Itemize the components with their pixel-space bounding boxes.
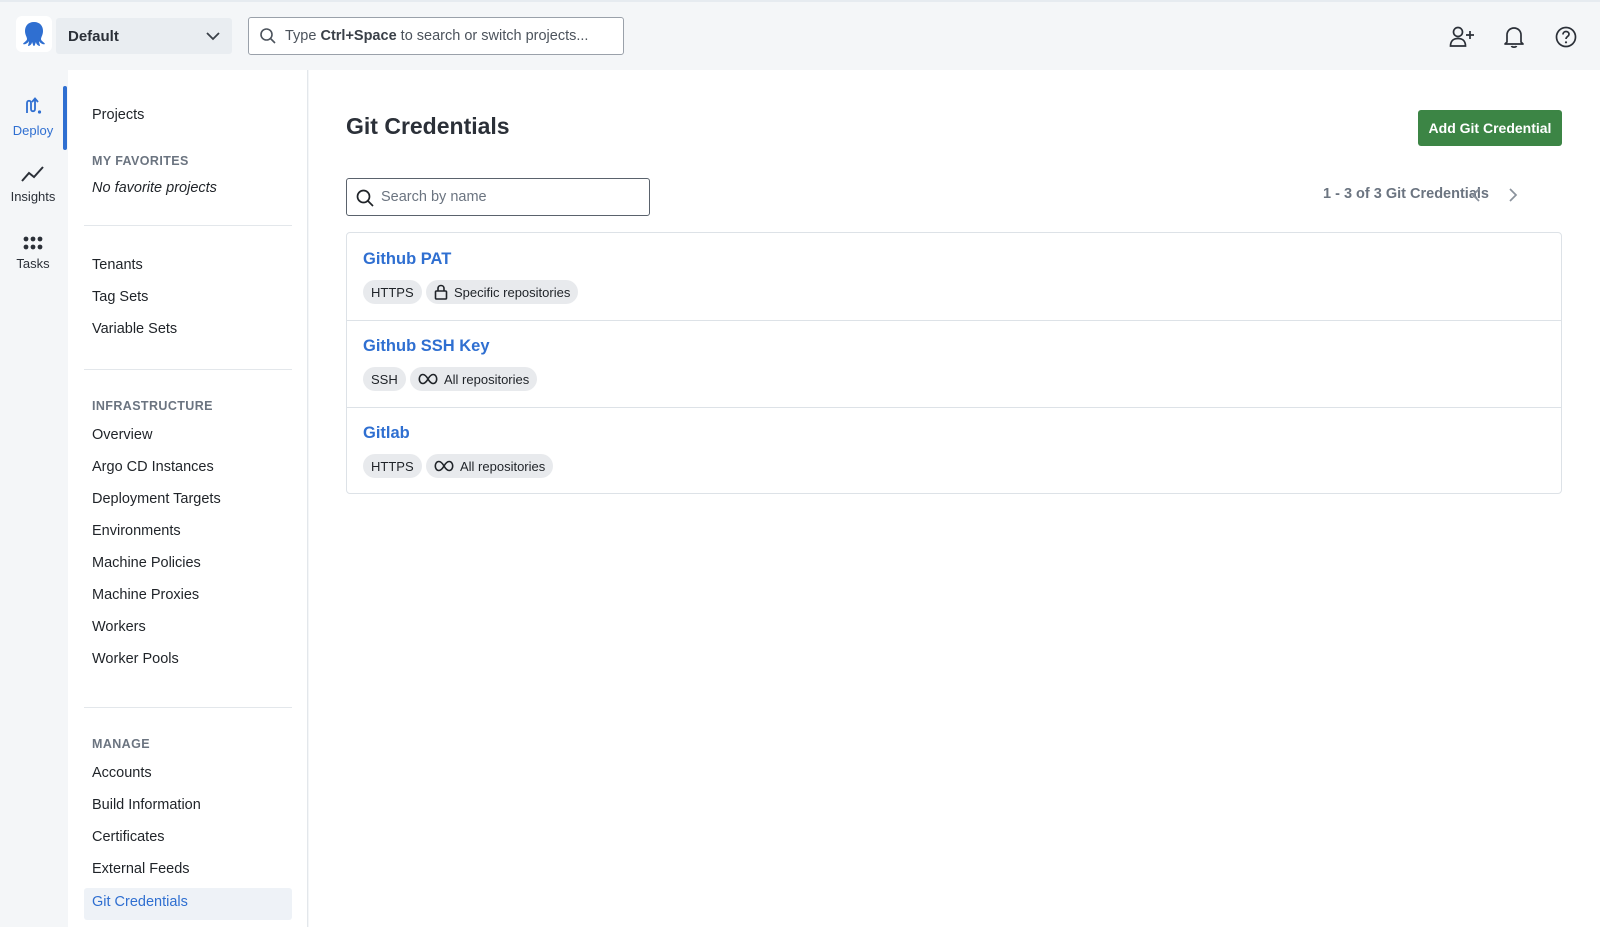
search-by-name-input[interactable] [381,179,641,215]
octopus-logo[interactable] [16,16,52,52]
search-hint-suffix: to search or switch projects... [396,28,589,44]
nav-heading-favorites: MY FAVORITES [92,154,189,168]
rail-item-tasks[interactable]: Tasks [0,223,66,283]
scope-badge: Specific repositories [426,280,579,304]
protocol-badge: HTTPS [363,454,422,478]
help-circle-icon [1555,26,1577,48]
nav-machine-policies[interactable]: Machine Policies [92,555,201,571]
bell-icon [1504,27,1524,48]
global-search-input[interactable]: Type Ctrl+Space to search or switch proj… [248,17,624,55]
search-hint-prefix: Type [285,28,321,44]
nav-build-information[interactable]: Build Information [92,797,201,813]
nav-tag-sets[interactable]: Tag Sets [92,289,148,305]
scope-label: All repositories [460,458,546,474]
nav-accounts[interactable]: Accounts [92,765,152,781]
lock-icon [434,284,448,300]
protocol-badge: HTTPS [363,280,422,304]
nav-workers[interactable]: Workers [92,619,146,635]
credential-row[interactable]: Github SSH Key SSH All repositories [347,320,1561,408]
next-page-button[interactable] [1503,184,1523,206]
protocol-label: SSH [371,371,398,387]
nav-heading-infrastructure: INFRASTRUCTURE [92,399,213,413]
nav-certificates[interactable]: Certificates [92,829,165,845]
deploy-icon [26,96,42,114]
scope-badge: All repositories [426,454,554,478]
grid-dots-icon [23,236,43,249]
rail-label-insights: Insights [10,188,56,204]
nav-tenants[interactable]: Tenants [92,257,143,273]
space-name: Default [68,27,119,45]
nav-git-credentials[interactable]: Git Credentials [92,894,188,910]
pagination-summary: 1 - 3 of 3 Git Credentials [1323,186,1489,202]
nav-heading-manage: MANAGE [92,737,150,751]
rail-active-indicator [63,86,67,150]
search-icon [356,189,374,207]
nav-worker-pools[interactable]: Worker Pools [92,651,179,667]
credential-name[interactable]: Github SSH Key [363,337,490,356]
add-git-credential-button[interactable]: Add Git Credential [1418,110,1562,146]
credential-row[interactable]: Github PAT HTTPS Specific repositories [347,233,1561,321]
nav-machine-proxies[interactable]: Machine Proxies [92,587,199,603]
user-plus-icon [1449,26,1474,47]
nav-environments[interactable]: Environments [92,523,181,539]
nav-argo-cd-instances[interactable]: Argo CD Instances [92,459,214,475]
previous-page-button[interactable] [1466,184,1486,206]
rail-label-deploy: Deploy [12,122,54,138]
nav-variable-sets[interactable]: Variable Sets [92,321,177,337]
nav-favorites-empty: No favorite projects [92,180,217,196]
nav-divider [84,369,292,370]
chart-line-icon [21,165,44,182]
app-rail: Deploy Insights Tasks [0,68,68,927]
credential-name[interactable]: Gitlab [363,424,410,443]
chevron-down-icon [206,32,220,41]
nav-divider [84,707,292,708]
notifications-button[interactable] [1501,24,1527,50]
top-bar: Default Type Ctrl+Space to search or swi… [0,2,1600,68]
nav-divider [84,225,292,226]
git-credentials-list: Github PAT HTTPS Specific repositories G… [346,232,1562,494]
octopus-logo-icon [23,22,45,46]
chevron-left-icon [1471,188,1480,202]
nav-external-feeds[interactable]: External Feeds [92,861,190,877]
help-button[interactable] [1553,24,1579,50]
search-by-name-field[interactable] [346,178,650,216]
rail-item-deploy[interactable]: Deploy [0,86,66,146]
nav-overview[interactable]: Overview [92,427,152,443]
scope-label: Specific repositories [454,284,571,300]
page-title: Git Credentials [346,113,510,139]
infinity-icon [434,460,454,472]
space-selector[interactable]: Default [56,18,232,54]
nav-projects[interactable]: Projects [92,107,144,123]
infinity-icon [418,373,438,385]
rail-item-insights[interactable]: Insights [0,154,66,214]
protocol-label: HTTPS [371,458,414,474]
protocol-badge: SSH [363,367,406,391]
nav-deployment-targets[interactable]: Deployment Targets [92,491,221,507]
scope-badge: All repositories [410,367,538,391]
credential-row[interactable]: Gitlab HTTPS All repositories [347,407,1561,495]
protocol-label: HTTPS [371,284,414,300]
side-navigation: Projects MY FAVORITES No favorite projec… [68,70,308,927]
scope-label: All repositories [444,371,530,387]
main-content: Git Credentials Add Git Credential 1 - 3… [309,70,1600,927]
search-hint-shortcut: Ctrl+Space [320,28,397,44]
rail-label-tasks: Tasks [16,255,50,271]
chevron-right-icon [1509,188,1518,202]
search-icon [260,28,276,44]
credential-name[interactable]: Github PAT [363,250,451,269]
invite-user-button[interactable] [1449,24,1475,50]
